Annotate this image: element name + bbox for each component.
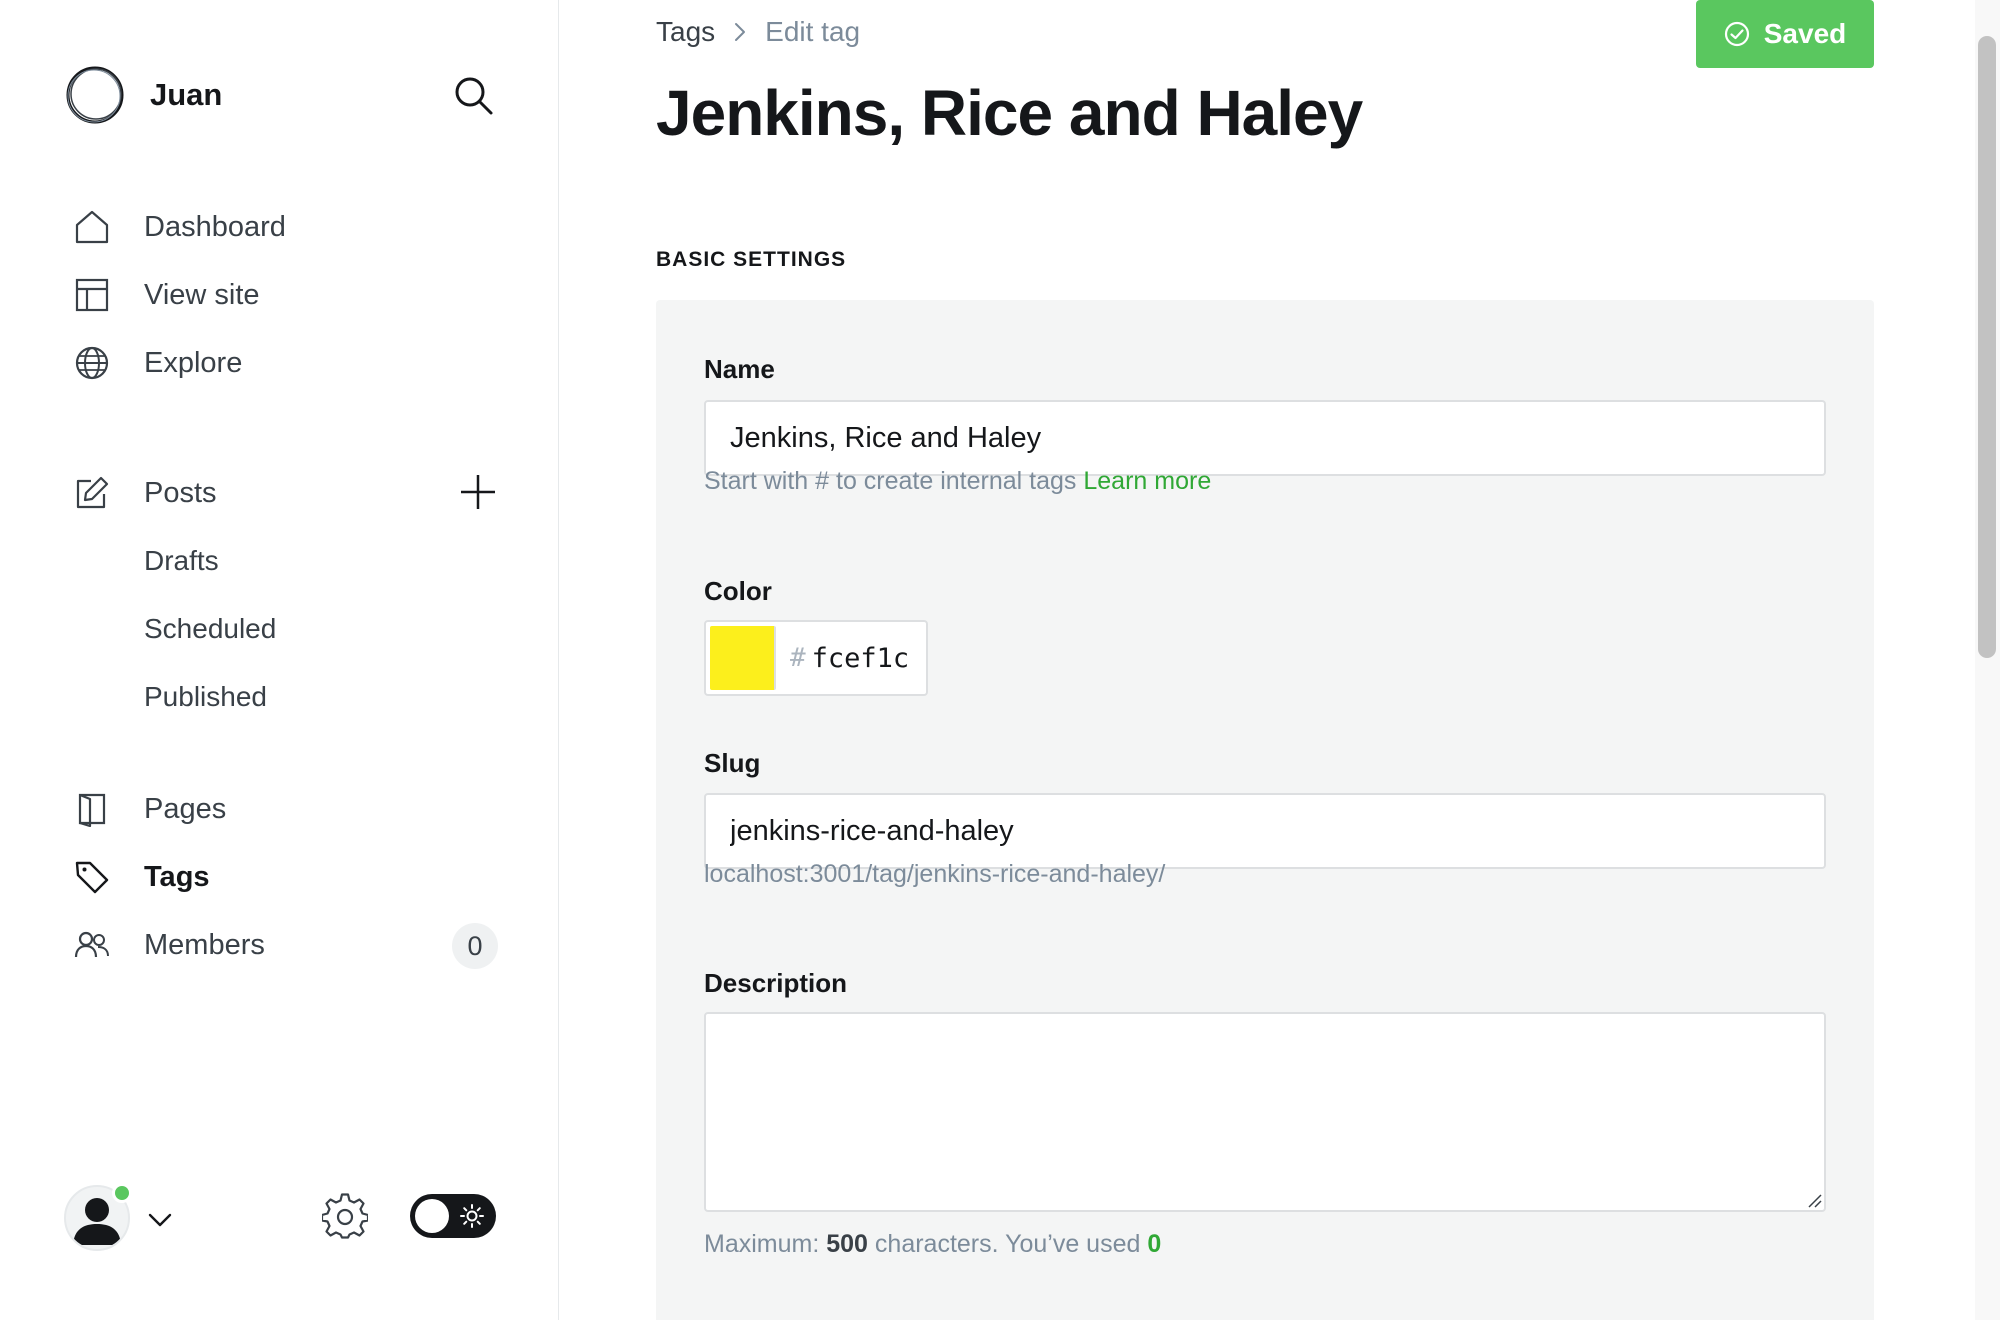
- gear-icon[interactable]: [322, 1193, 368, 1239]
- sidebar-item-pages[interactable]: Pages: [74, 784, 226, 834]
- name-input[interactable]: [704, 400, 1826, 476]
- sidebar-item-label: Explore: [144, 346, 243, 379]
- color-label: Color: [704, 576, 772, 606]
- online-status-dot: [112, 1183, 132, 1203]
- save-button[interactable]: Saved: [1696, 0, 1874, 68]
- theme-toggle[interactable]: [410, 1194, 496, 1238]
- sidebar-item-label: Members: [144, 928, 265, 961]
- slug-input[interactable]: [704, 793, 1826, 869]
- sidebar-item-label: Dashboard: [144, 210, 286, 243]
- sidebar-item-label: View site: [144, 278, 260, 311]
- search-icon[interactable]: [452, 74, 494, 116]
- chevron-down-icon[interactable]: [146, 1206, 174, 1234]
- resize-grip-icon[interactable]: [1806, 1192, 1822, 1208]
- sidebar-item-label: Tags: [144, 860, 210, 893]
- new-post-plus-icon[interactable]: [458, 472, 498, 512]
- color-field: #: [704, 620, 928, 696]
- sidebar-item-drafts[interactable]: Drafts: [144, 541, 219, 581]
- site-logo-icon: [66, 66, 124, 124]
- description-textarea[interactable]: [704, 1012, 1826, 1212]
- sun-icon: [460, 1204, 484, 1228]
- main-content: Tags Edit tag Saved Jenkins, Rice and Ha…: [560, 0, 1975, 1320]
- sidebar-item-view-site[interactable]: View site: [74, 270, 260, 320]
- description-hint-mid: characters. You’ve used: [874, 1230, 1141, 1258]
- save-button-label: Saved: [1763, 18, 1847, 49]
- page-title: Jenkins, Rice and Haley: [656, 77, 1363, 149]
- breadcrumb-tags-link[interactable]: Tags: [656, 16, 715, 48]
- sidebar-item-explore[interactable]: Explore: [74, 338, 242, 388]
- breadcrumb-current: Edit tag: [765, 16, 861, 47]
- name-label: Name: [704, 354, 775, 384]
- description-hint: Maximum: 500 characters. You’ve used 0: [704, 1230, 1161, 1259]
- members-count-badge: 0: [452, 923, 498, 969]
- page-icon: [78, 793, 106, 827]
- check-circle-icon: [1724, 21, 1749, 47]
- members-icon: [74, 931, 109, 958]
- site-brand[interactable]: Juan: [64, 64, 222, 126]
- scrollbar-thumb[interactable]: [1978, 36, 1996, 658]
- sidebar-item-dashboard[interactable]: Dashboard: [74, 202, 286, 252]
- color-swatch[interactable]: [710, 626, 776, 690]
- sidebar-item-posts[interactable]: Posts: [74, 468, 217, 518]
- description-label: Description: [704, 968, 848, 998]
- sidebar-item-scheduled[interactable]: Scheduled: [144, 609, 276, 649]
- slug-url-preview: localhost:3001/tag/jenkins-rice-and-hale…: [704, 860, 1166, 888]
- basic-settings-panel: Name Start with # to create internal tag…: [656, 300, 1874, 1320]
- edit-post-icon: [76, 476, 109, 509]
- globe-icon: [75, 346, 109, 380]
- sidebar-item-label: Posts: [144, 476, 217, 509]
- toggle-knob: [415, 1199, 449, 1233]
- sidebar-item-published[interactable]: Published: [144, 677, 267, 717]
- chevron-right-icon: [735, 23, 746, 41]
- site-name: Juan: [150, 77, 223, 112]
- tag-icon: [75, 861, 109, 894]
- sidebar: Juan Dashboard View site Explore Posts D…: [0, 0, 559, 1320]
- description-hint-prefix: Maximum:: [704, 1230, 820, 1258]
- home-icon: [75, 210, 109, 244]
- sidebar-item-label: Pages: [144, 792, 227, 825]
- color-hash: #: [790, 643, 806, 673]
- vertical-scrollbar[interactable]: [1975, 0, 2000, 1320]
- app-window: Juan Dashboard View site Explore Posts D…: [0, 0, 2000, 1320]
- name-hint-text: Start with # to create internal tags: [704, 467, 1077, 495]
- description-used-count: 0: [1147, 1230, 1162, 1258]
- learn-more-link[interactable]: Learn more: [1083, 467, 1211, 495]
- sidebar-item-members[interactable]: Members: [74, 920, 265, 970]
- user-avatar-menu[interactable]: [64, 1183, 132, 1251]
- breadcrumb: Tags Edit tag: [656, 16, 860, 48]
- sidebar-item-tags[interactable]: Tags: [74, 852, 210, 902]
- slug-label: Slug: [704, 748, 761, 778]
- name-hint: Start with # to create internal tags Lea…: [704, 467, 1211, 496]
- layout-icon: [75, 278, 109, 312]
- description-max: 500: [826, 1230, 868, 1258]
- color-hex-input[interactable]: [811, 642, 922, 674]
- section-title: BASIC SETTINGS: [656, 248, 847, 271]
